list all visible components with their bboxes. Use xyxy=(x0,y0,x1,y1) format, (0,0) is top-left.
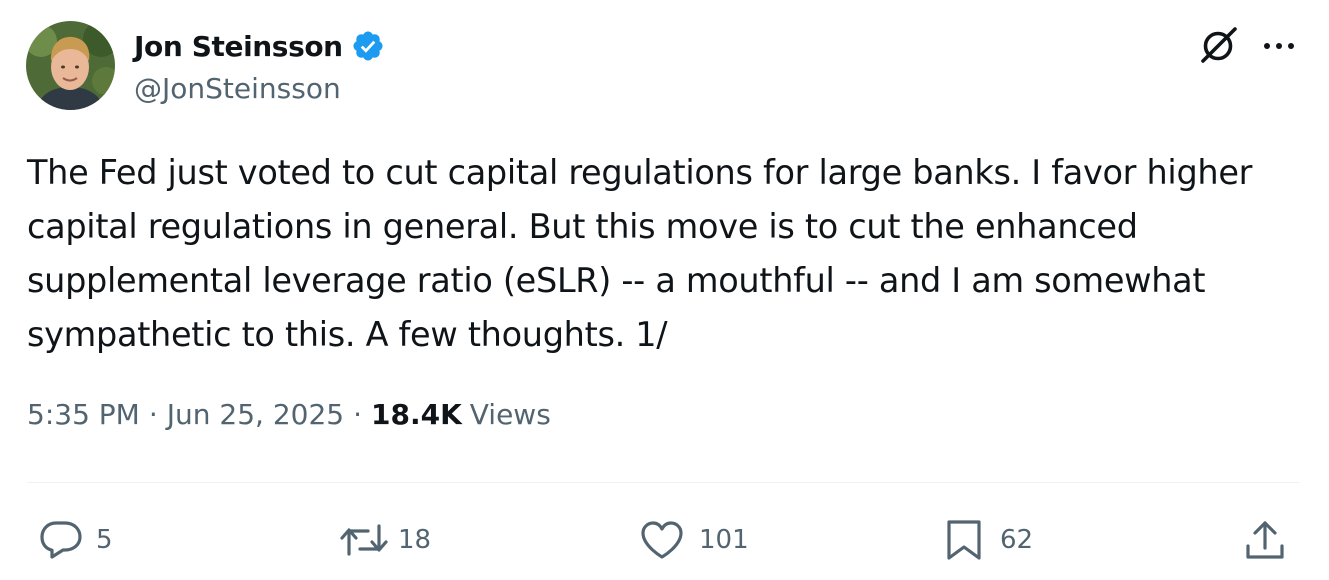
bookmark-button[interactable]: 62 xyxy=(944,510,1033,570)
tweet-date[interactable]: Jun 25, 2025 xyxy=(167,398,344,431)
avatar-photo xyxy=(26,21,115,110)
repost-icon xyxy=(340,524,388,556)
share-button[interactable] xyxy=(1244,510,1286,570)
repost-button[interactable]: 18 xyxy=(340,510,431,570)
verified-badge-icon[interactable] xyxy=(351,29,385,63)
like-button[interactable]: 101 xyxy=(639,510,749,570)
repost-count: 18 xyxy=(398,525,432,555)
meta-separator: · xyxy=(353,398,362,431)
more-options-icon[interactable] xyxy=(1259,34,1299,58)
views-label: Views xyxy=(469,398,551,431)
bookmark-count: 62 xyxy=(1000,525,1034,555)
author-handle[interactable]: @JonSteinsson xyxy=(134,72,341,105)
like-count: 101 xyxy=(699,525,749,555)
author-display-name[interactable]: Jon Steinsson xyxy=(134,30,343,63)
tweet-time[interactable]: 5:35 PM xyxy=(27,398,140,431)
heart-icon xyxy=(641,521,683,559)
reply-count: 5 xyxy=(96,525,113,555)
meta-separator: · xyxy=(148,398,158,431)
grok-icon[interactable] xyxy=(1198,24,1240,66)
author-name-row: Jon Steinsson xyxy=(134,25,385,67)
divider xyxy=(27,482,1300,483)
reply-icon xyxy=(40,521,82,559)
bookmark-icon xyxy=(947,520,981,560)
views-count[interactable]: 18.4K xyxy=(371,398,462,431)
avatar[interactable] xyxy=(26,21,115,110)
reply-button[interactable]: 5 xyxy=(38,510,113,570)
tweet-header: Jon Steinsson @JonSteinsson xyxy=(0,0,1329,120)
tweet-text: The Fed just voted to cut capital regula… xyxy=(27,153,1253,354)
share-icon xyxy=(1246,521,1284,559)
tweet-metadata: 5:35 PM · Jun 25, 2025 · 18.4K Views xyxy=(27,398,551,431)
